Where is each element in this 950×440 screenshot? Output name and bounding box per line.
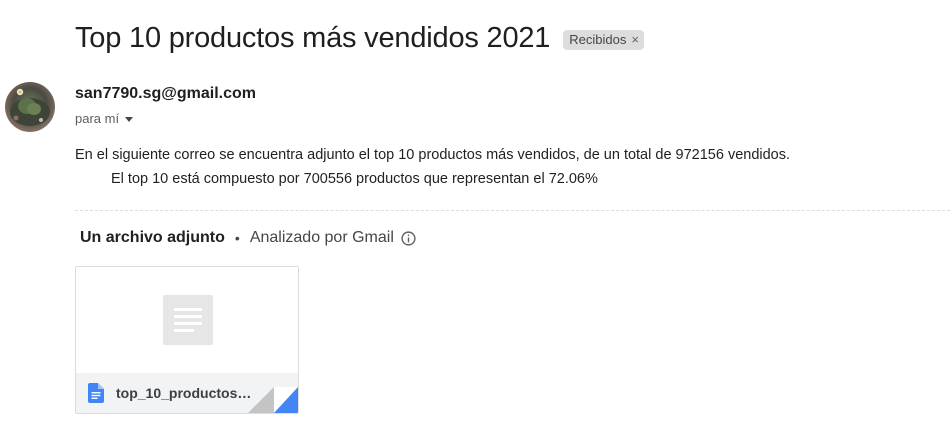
avatar-photo [10, 88, 50, 126]
email-subject: Top 10 productos más vendidos 2021 [75, 22, 551, 54]
label-chip-text: Recibidos [569, 31, 627, 47]
email-view: Top 10 productos más vendidos 2021 Recib… [0, 0, 950, 440]
document-thumbnail-icon [163, 295, 213, 345]
docs-corner-fold-icon [248, 387, 298, 413]
subject-row: Top 10 productos más vendidos 2021 Recib… [75, 22, 644, 55]
sender-avatar[interactable] [5, 82, 55, 132]
attachments-header: Un archivo adjunto • Analizado por Gmail [80, 229, 417, 247]
email-body-line-1: En el siguiente correo se encuentra adju… [75, 147, 791, 163]
sender-email[interactable]: san7790.sg@gmail.com [75, 85, 256, 103]
info-icon[interactable] [400, 230, 417, 247]
docs-icon [88, 383, 104, 403]
chevron-down-icon[interactable] [125, 117, 134, 122]
attachment-filename: top_10_productos_mas_vendidos.docx [116, 385, 256, 401]
remove-label-icon[interactable]: × [631, 32, 639, 47]
attachment-preview [76, 267, 298, 373]
attachments-divider [75, 210, 950, 211]
scan-status: Analizado por Gmail [249, 229, 394, 246]
label-chip-recibidos[interactable]: Recibidos × [563, 29, 644, 50]
email-body-line-2: El top 10 está compuesto por 700556 prod… [111, 171, 598, 187]
recipient-label: para mí [75, 111, 120, 126]
attachment-card[interactable]: top_10_productos_mas_vendidos.docx [75, 266, 299, 414]
recipient-details-toggle[interactable]: para mí [75, 111, 134, 126]
header-separator: • [234, 230, 240, 246]
attachment-count: Un archivo adjunto [80, 229, 225, 246]
